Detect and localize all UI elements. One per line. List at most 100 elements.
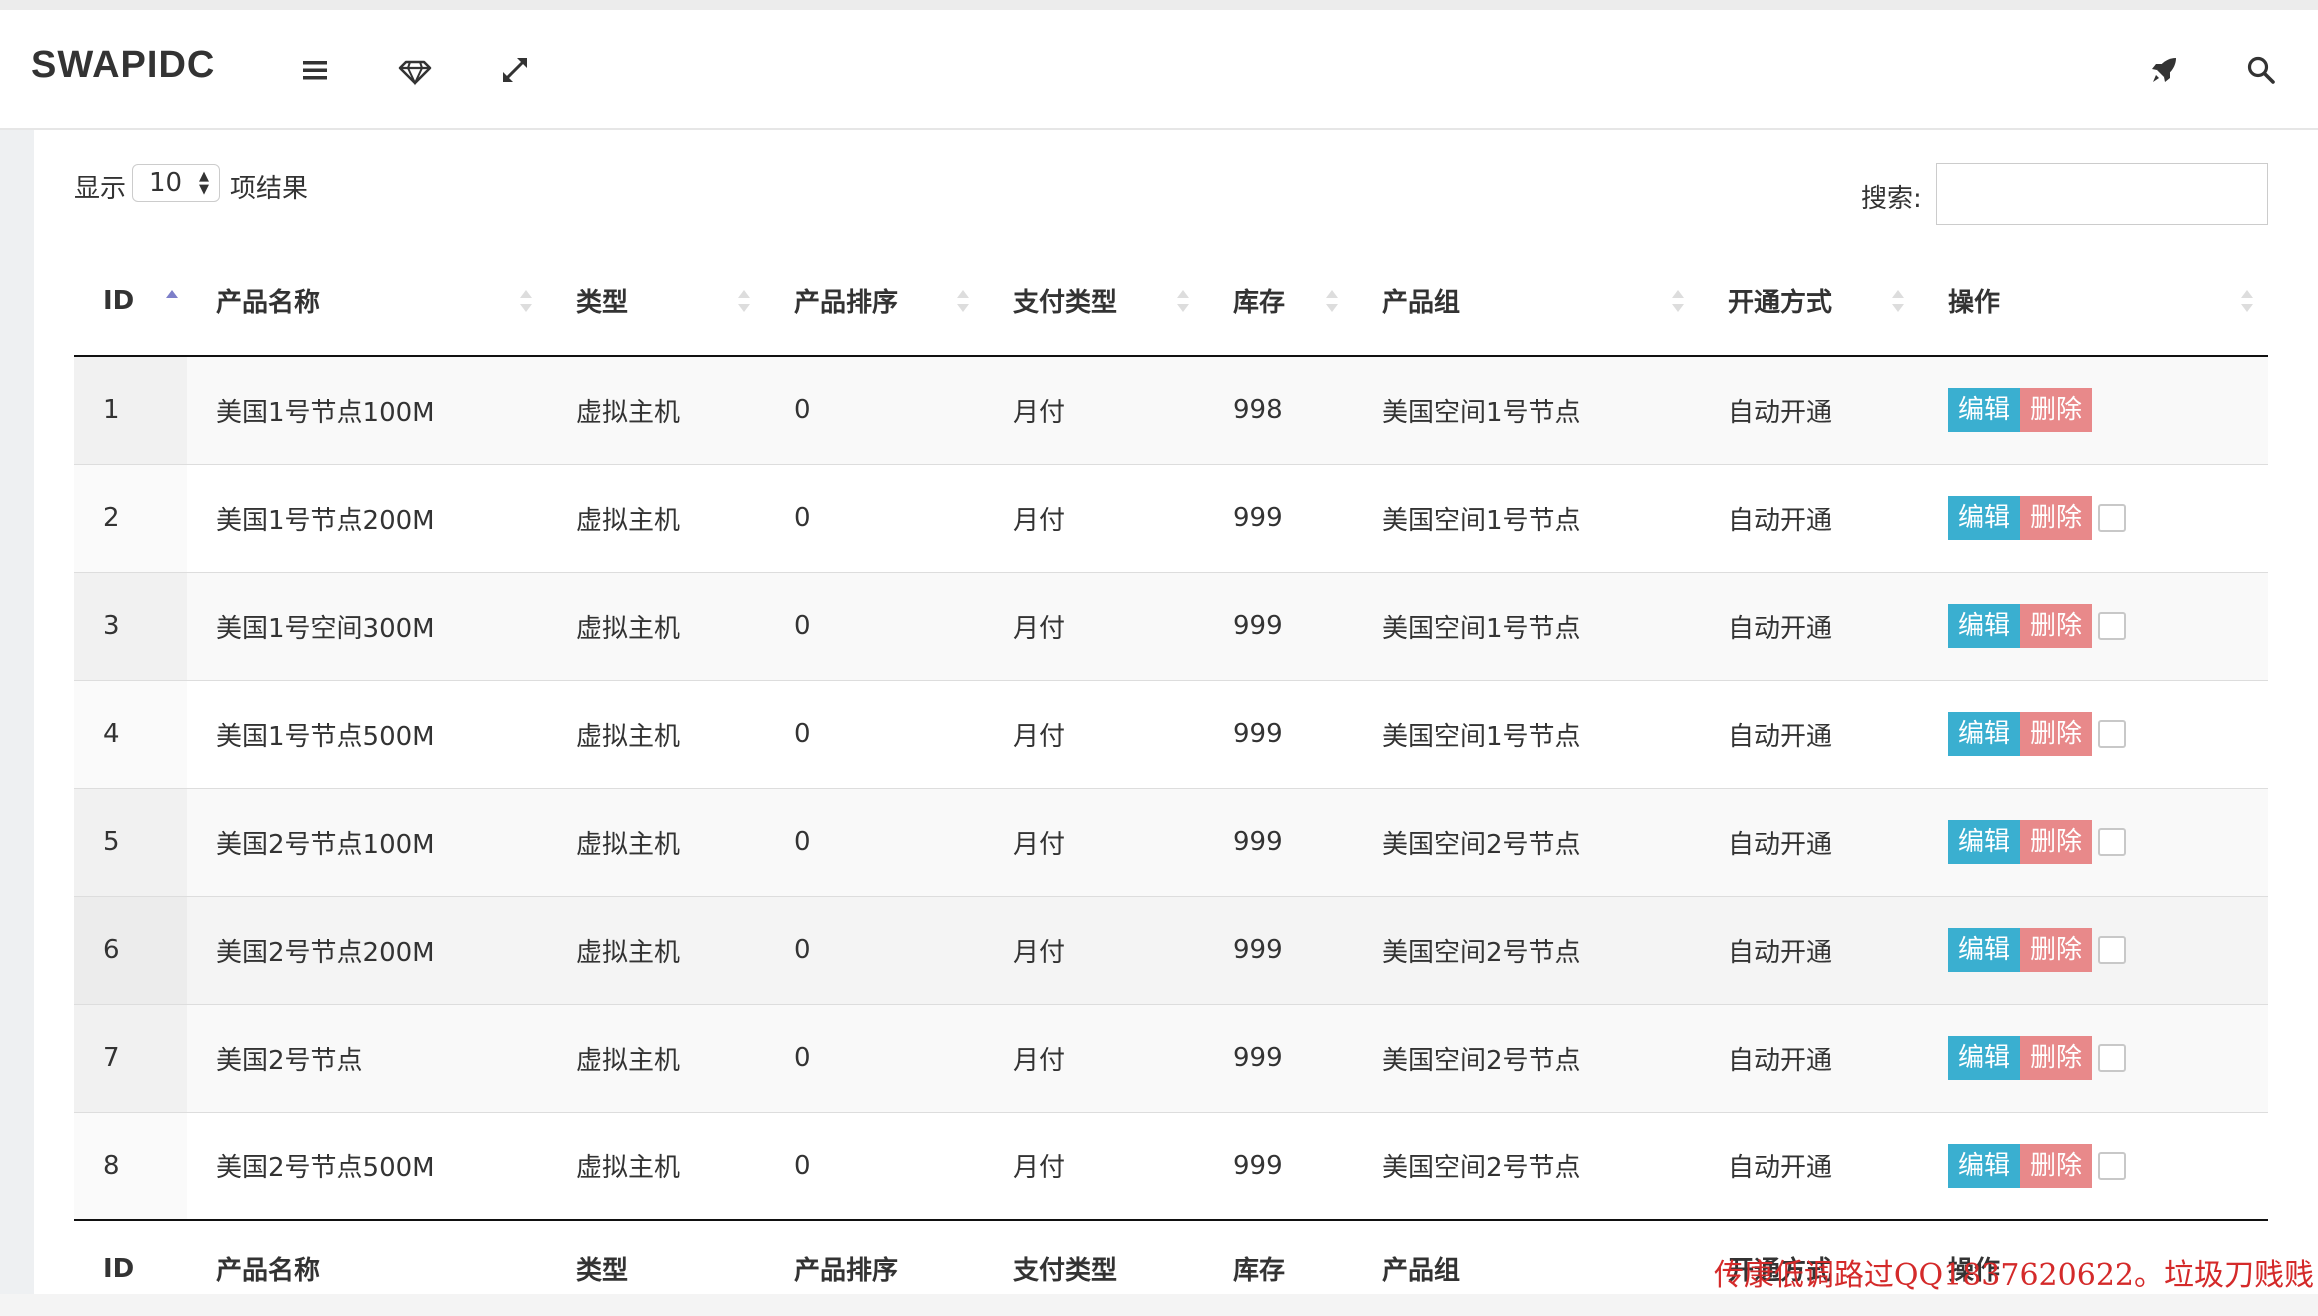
cell-type: 虚拟主机: [547, 1111, 765, 1220]
search-label: 搜索:: [1861, 184, 1922, 214]
column-header-1[interactable]: 产品名称: [187, 246, 547, 357]
cell-name: 美国1号空间300M: [187, 571, 547, 680]
cell-order: 0: [765, 1003, 984, 1112]
cell-stock: 999: [1204, 1111, 1353, 1220]
cell-pay: 月付: [984, 679, 1204, 788]
table-row: 7 美国2号节点 虚拟主机 0 月付 999 美国空间2号节点 自动开通 编辑 删除: [74, 1003, 2268, 1112]
page-length-select[interactable]: 10 ▲ ▼: [132, 164, 220, 202]
column-header-label: 产品组: [1382, 288, 1461, 318]
cell-actions: 编辑 删除: [1919, 571, 2268, 680]
column-header-2[interactable]: 类型: [547, 246, 765, 357]
cell-group: 美国空间2号节点: [1353, 1003, 1699, 1112]
cell-pay: 月付: [984, 571, 1204, 680]
cell-id: 1: [74, 355, 187, 464]
edit-button[interactable]: 编辑: [1948, 604, 2021, 648]
diamond-icon[interactable]: [397, 52, 433, 88]
delete-button[interactable]: 删除: [2020, 388, 2093, 433]
table-row: 1 美国1号节点100M 虚拟主机 0 月付 998 美国空间1号节点 自动开通 编辑 删除: [74, 355, 2268, 464]
cell-group: 美国空间1号节点: [1353, 571, 1699, 680]
cell-open: 自动开通: [1699, 571, 1919, 680]
delete-button[interactable]: 删除: [2020, 1036, 2093, 1080]
cell-pay: 月付: [984, 895, 1204, 1004]
row-select-checkbox[interactable]: [2098, 828, 2127, 856]
footer-header-label: 产品名称: [187, 1219, 547, 1316]
footer-header-label: 产品组: [1353, 1219, 1699, 1316]
cell-pay: 月付: [984, 1003, 1204, 1112]
sort-both-icon: [1176, 286, 1190, 316]
edit-button[interactable]: 编辑: [1948, 1036, 2021, 1080]
edit-button[interactable]: 编辑: [1948, 820, 2021, 864]
cell-order: 0: [765, 787, 984, 896]
cell-order: 0: [765, 1111, 984, 1220]
length-suffix-label: 项结果: [230, 174, 309, 204]
edit-button[interactable]: 编辑: [1948, 712, 2021, 756]
row-select-checkbox[interactable]: [2098, 936, 2127, 964]
table-row: 3 美国1号空间300M 虚拟主机 0 月付 999 美国空间1号节点 自动开通 编辑 删除: [74, 571, 2268, 680]
products-table: ID 产品名称 类型 产品排序 支付类型 库存 产品组 开通方式 操作 1 美国1号节点100M 虚…: [74, 246, 2268, 1316]
sort-both-icon: [956, 286, 970, 316]
table-row: 4 美国1号节点500M 虚拟主机 0 月付 999 美国空间1号节点 自动开通 编辑 删除: [74, 679, 2268, 788]
row-select-checkbox[interactable]: [2098, 612, 2127, 640]
column-header-0[interactable]: ID: [74, 246, 187, 357]
top-navbar: SWAPIDC: [0, 10, 2318, 130]
cell-actions: 编辑 删除: [1919, 787, 2268, 896]
sort-both-icon: [519, 286, 533, 316]
cell-stock: 998: [1204, 355, 1353, 464]
column-header-label: 库存: [1233, 288, 1286, 318]
delete-button[interactable]: 删除: [2020, 604, 2093, 648]
column-header-label: 类型: [576, 288, 629, 318]
edit-button[interactable]: 编辑: [1948, 1143, 2021, 1188]
cell-id: 6: [74, 895, 187, 1004]
cell-pay: 月付: [984, 463, 1204, 572]
delete-button[interactable]: 删除: [2020, 496, 2093, 540]
search-input[interactable]: [1936, 163, 2268, 225]
table-row: 2 美国1号节点200M 虚拟主机 0 月付 999 美国空间1号节点 自动开通 编辑 删除: [74, 463, 2268, 572]
page-length-value: 10: [149, 168, 183, 198]
cell-name: 美国1号节点200M: [187, 463, 547, 572]
cell-open: 自动开通: [1699, 1111, 1919, 1220]
column-header-7[interactable]: 开通方式: [1699, 246, 1919, 357]
row-select-checkbox[interactable]: [2098, 1151, 2127, 1180]
column-header-5[interactable]: 库存: [1204, 246, 1353, 357]
column-header-4[interactable]: 支付类型: [984, 246, 1204, 357]
table-row: 5 美国2号节点100M 虚拟主机 0 月付 999 美国空间2号节点 自动开通 编辑 删除: [74, 787, 2268, 896]
column-header-3[interactable]: 产品排序: [765, 246, 984, 357]
cell-type: 虚拟主机: [547, 571, 765, 680]
cell-actions: 编辑 删除: [1919, 1003, 2268, 1112]
cell-actions: 编辑 删除: [1919, 1111, 2268, 1220]
cell-group: 美国空间2号节点: [1353, 1111, 1699, 1220]
column-header-label: 产品排序: [794, 288, 899, 318]
sort-both-icon: [1891, 286, 1905, 316]
edit-button[interactable]: 编辑: [1948, 928, 2021, 972]
brand-logo[interactable]: SWAPIDC: [31, 44, 215, 87]
column-header-8[interactable]: 操作: [1919, 246, 2268, 357]
row-select-checkbox[interactable]: [2098, 1044, 2127, 1072]
search-icon[interactable]: [2243, 52, 2279, 88]
hamburger-menu-icon[interactable]: [297, 52, 333, 88]
footer-header-label: ID: [74, 1219, 187, 1316]
sidebar-edge: [0, 130, 34, 1294]
sort-both-icon: [1671, 286, 1685, 316]
cell-name: 美国2号节点: [187, 1003, 547, 1112]
cell-id: 4: [74, 679, 187, 788]
delete-button[interactable]: 删除: [2020, 820, 2093, 864]
table-row: 8 美国2号节点500M 虚拟主机 0 月付 999 美国空间2号节点 自动开通 编辑 删除: [74, 1111, 2268, 1220]
sort-both-icon: [2240, 286, 2254, 316]
delete-button[interactable]: 删除: [2020, 1143, 2093, 1188]
row-select-checkbox[interactable]: [2098, 504, 2127, 532]
cell-name: 美国2号节点100M: [187, 787, 547, 896]
edit-button[interactable]: 编辑: [1948, 496, 2021, 540]
cell-actions: 编辑 删除: [1919, 355, 2268, 464]
footer-header-label: 支付类型: [984, 1219, 1204, 1316]
rocket-icon[interactable]: [2146, 52, 2182, 88]
expand-arrows-icon[interactable]: [497, 52, 533, 88]
cell-open: 自动开通: [1699, 1003, 1919, 1112]
edit-button[interactable]: 编辑: [1948, 388, 2021, 433]
cell-type: 虚拟主机: [547, 1003, 765, 1112]
cell-pay: 月付: [984, 1111, 1204, 1220]
delete-button[interactable]: 删除: [2020, 928, 2093, 972]
row-select-checkbox[interactable]: [2098, 720, 2127, 748]
column-header-6[interactable]: 产品组: [1353, 246, 1699, 357]
delete-button[interactable]: 删除: [2020, 712, 2093, 756]
footer-header-label: 类型: [547, 1219, 765, 1316]
